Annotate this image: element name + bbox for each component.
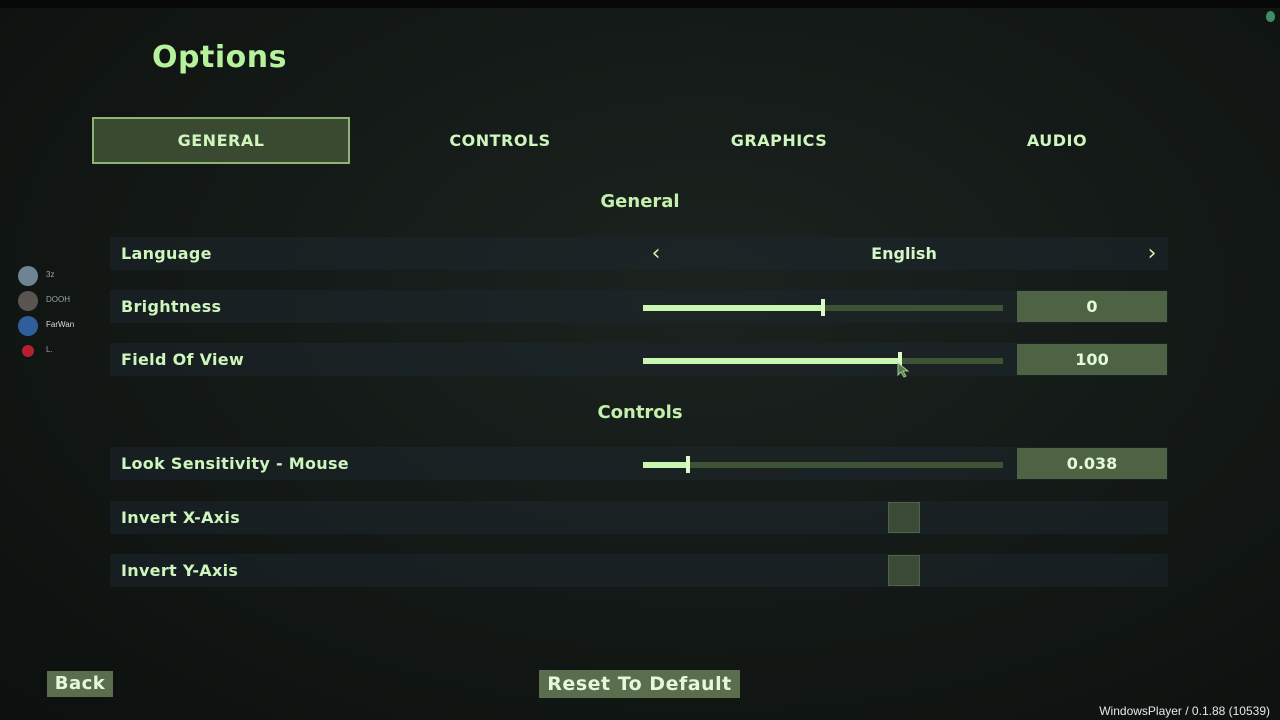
language-value: English (871, 244, 937, 263)
tab-bar: GENERAL CONTROLS GRAPHICS AUDIO (92, 117, 1168, 165)
tab-audio[interactable]: AUDIO (928, 117, 1186, 164)
brightness-slider[interactable] (643, 299, 1003, 316)
reset-to-default-button[interactable]: Reset To Default (539, 670, 740, 698)
invert-y-checkbox[interactable] (888, 555, 920, 586)
slider-track (643, 462, 1003, 468)
language-prev-button[interactable]: ‹ (644, 237, 668, 270)
invert-x-checkbox[interactable] (888, 502, 920, 533)
look-sensitivity-slider[interactable] (643, 456, 1003, 473)
slider-fill (643, 305, 823, 311)
invert-x-label: Invert X-Axis (121, 508, 241, 527)
slider-thumb[interactable] (821, 299, 825, 316)
setting-row-invert-x: Invert X-Axis (110, 501, 1168, 534)
look-sensitivity-value[interactable]: 0.038 (1017, 448, 1167, 479)
player-name: DOOH (46, 295, 70, 304)
player-item: L. (18, 340, 108, 362)
fov-label: Field Of View (121, 350, 245, 369)
section-title-general: General (600, 191, 680, 212)
tab-graphics[interactable]: GRAPHICS (650, 117, 908, 164)
fov-value[interactable]: 100 (1017, 344, 1167, 375)
mouse-cursor-icon (897, 362, 910, 378)
setting-row-invert-y: Invert Y-Axis (110, 554, 1168, 587)
player-item: DOOH (18, 290, 108, 312)
brightness-label: Brightness (121, 297, 222, 316)
slider-fill (643, 358, 901, 364)
avatar (18, 266, 38, 286)
setting-row-brightness: Brightness 0 (110, 290, 1168, 323)
player-name: 3z (46, 270, 55, 279)
slider-fill (643, 462, 689, 468)
avatar (22, 345, 34, 357)
top-bar (0, 0, 1280, 8)
setting-row-look-sensitivity: Look Sensitivity - Mouse 0.038 (110, 447, 1168, 480)
avatar (18, 316, 38, 336)
back-button[interactable]: Back (47, 671, 113, 697)
player-name: FarWan (46, 320, 75, 329)
player-name: L. (46, 345, 53, 354)
section-title-controls: Controls (597, 402, 683, 423)
player-item: 3z (18, 265, 108, 287)
version-footer: WindowsPlayer / 0.1.88 (10539) (1099, 704, 1270, 718)
avatar (18, 291, 38, 311)
setting-row-language: Language ‹ English › (110, 237, 1168, 270)
tab-controls[interactable]: CONTROLS (371, 117, 629, 164)
invert-y-label: Invert Y-Axis (121, 561, 239, 580)
page-title: Options (152, 40, 287, 75)
language-next-button[interactable]: › (1140, 237, 1164, 270)
fov-slider[interactable] (643, 352, 1003, 369)
shield-icon (1266, 11, 1275, 22)
player-item: FarWan (18, 315, 108, 337)
language-label: Language (121, 244, 212, 263)
brightness-value[interactable]: 0 (1017, 291, 1167, 322)
setting-row-fov: Field Of View 100 (110, 343, 1168, 376)
slider-thumb[interactable] (686, 456, 691, 473)
tab-general[interactable]: GENERAL (92, 117, 350, 164)
look-sensitivity-label: Look Sensitivity - Mouse (121, 454, 349, 473)
